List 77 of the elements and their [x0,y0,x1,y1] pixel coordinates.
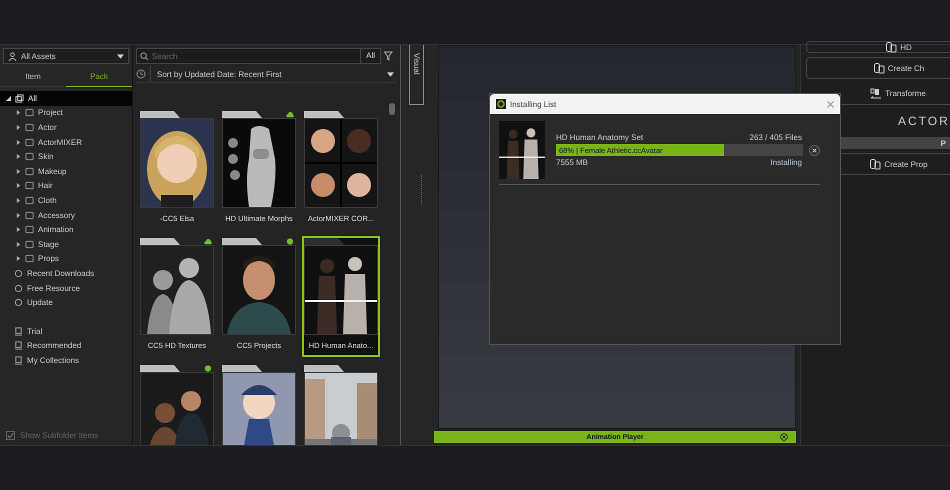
tool-icon [872,62,885,74]
expand-icon[interactable] [16,124,21,130]
shortcut-item[interactable]: Free Resource [10,280,132,296]
person-icon [8,52,17,60]
folder-tab [140,238,180,245]
tree-item[interactable]: Cloth [0,193,132,208]
folder-tab [140,365,180,372]
caret-icon [387,72,394,76]
tool-icon [869,158,882,170]
dialog-title: Installing List [510,100,558,108]
history-icon[interactable] [136,69,146,79]
tree-item[interactable]: Stage [0,236,132,252]
brand-logo: ACTOR [897,113,950,130]
tab[interactable]: Pack [66,67,132,87]
shortcut-item[interactable]: Recent Downloads [10,266,132,281]
expand-icon[interactable] [16,168,21,174]
tree-item[interactable]: Makeup [0,164,132,179]
tree-item[interactable]: Actor [0,120,132,135]
tree-item[interactable]: ActorMIXER [0,134,132,150]
asset-card[interactable] [302,363,380,445]
expand-icon[interactable] [16,110,21,116]
transform-icon [870,88,882,100]
expand-icon[interactable] [16,183,21,188]
panel-button[interactable]: HD [806,41,950,53]
asset-card[interactable] [138,363,216,445]
cancel-icon[interactable] [809,144,820,156]
pack-size: 7555 MB [556,158,588,167]
folder-tab [222,238,262,245]
expand-icon[interactable] [16,140,21,145]
expand-icon[interactable] [16,256,21,262]
store-icon [14,326,23,336]
tree-item[interactable]: Props [0,252,132,266]
expand-icon[interactable] [16,154,21,160]
folder-tab [304,365,344,372]
tree-item[interactable]: Skin [0,149,132,164]
install-status: Installing [770,158,802,167]
folder-tab [222,365,262,372]
close-icon[interactable] [780,433,788,441]
folder-tab [222,111,262,118]
tree-item[interactable]: Accessory [0,208,132,222]
expand-icon[interactable] [16,242,21,247]
sort-dropdown[interactable]: Sort by Updated Date: Recent First [150,66,397,82]
folder-tab [140,111,180,118]
expand-icon[interactable] [16,198,21,203]
tree-item[interactable]: Animation [0,222,132,237]
filter-icon[interactable] [381,51,394,61]
app-icon [496,99,506,109]
store-link[interactable]: Recommended [10,338,132,354]
tab[interactable]: Item [0,67,66,87]
pack-name: HD Human Anatomy Set [556,133,644,142]
tool-icon [885,41,898,53]
scrollbar-thumb[interactable] [389,103,395,115]
search-icon [140,52,149,60]
file-count: 263 / 405 Files [750,133,802,142]
expand-icon[interactable] [16,227,21,232]
caret-icon [117,54,124,58]
panel-button[interactable]: Create Ch [806,57,950,79]
checkbox[interactable] [6,430,15,440]
store-link[interactable]: My Collections [10,353,132,368]
folder-tab [304,238,344,245]
close-icon[interactable] [827,100,834,108]
tree-item[interactable]: All [0,91,132,106]
collapse-icon[interactable] [6,96,11,101]
store-icon [14,341,23,350]
store-icon [14,356,23,365]
scope-dropdown[interactable]: All [361,48,381,64]
expand-icon[interactable] [16,212,21,218]
search-input[interactable]: Search [152,52,360,60]
tree-item[interactable]: Hair [0,178,132,194]
tree-item[interactable]: Project [0,106,132,120]
visual-tab[interactable]: Visual [409,45,424,105]
shortcut-item[interactable]: Update [10,295,132,310]
source-dropdown[interactable]: All Assets [3,48,129,64]
asset-card[interactable] [220,363,298,445]
store-link[interactable]: Trial [10,324,132,338]
search-field[interactable]: Search [136,48,362,64]
folder-tab [304,111,344,118]
